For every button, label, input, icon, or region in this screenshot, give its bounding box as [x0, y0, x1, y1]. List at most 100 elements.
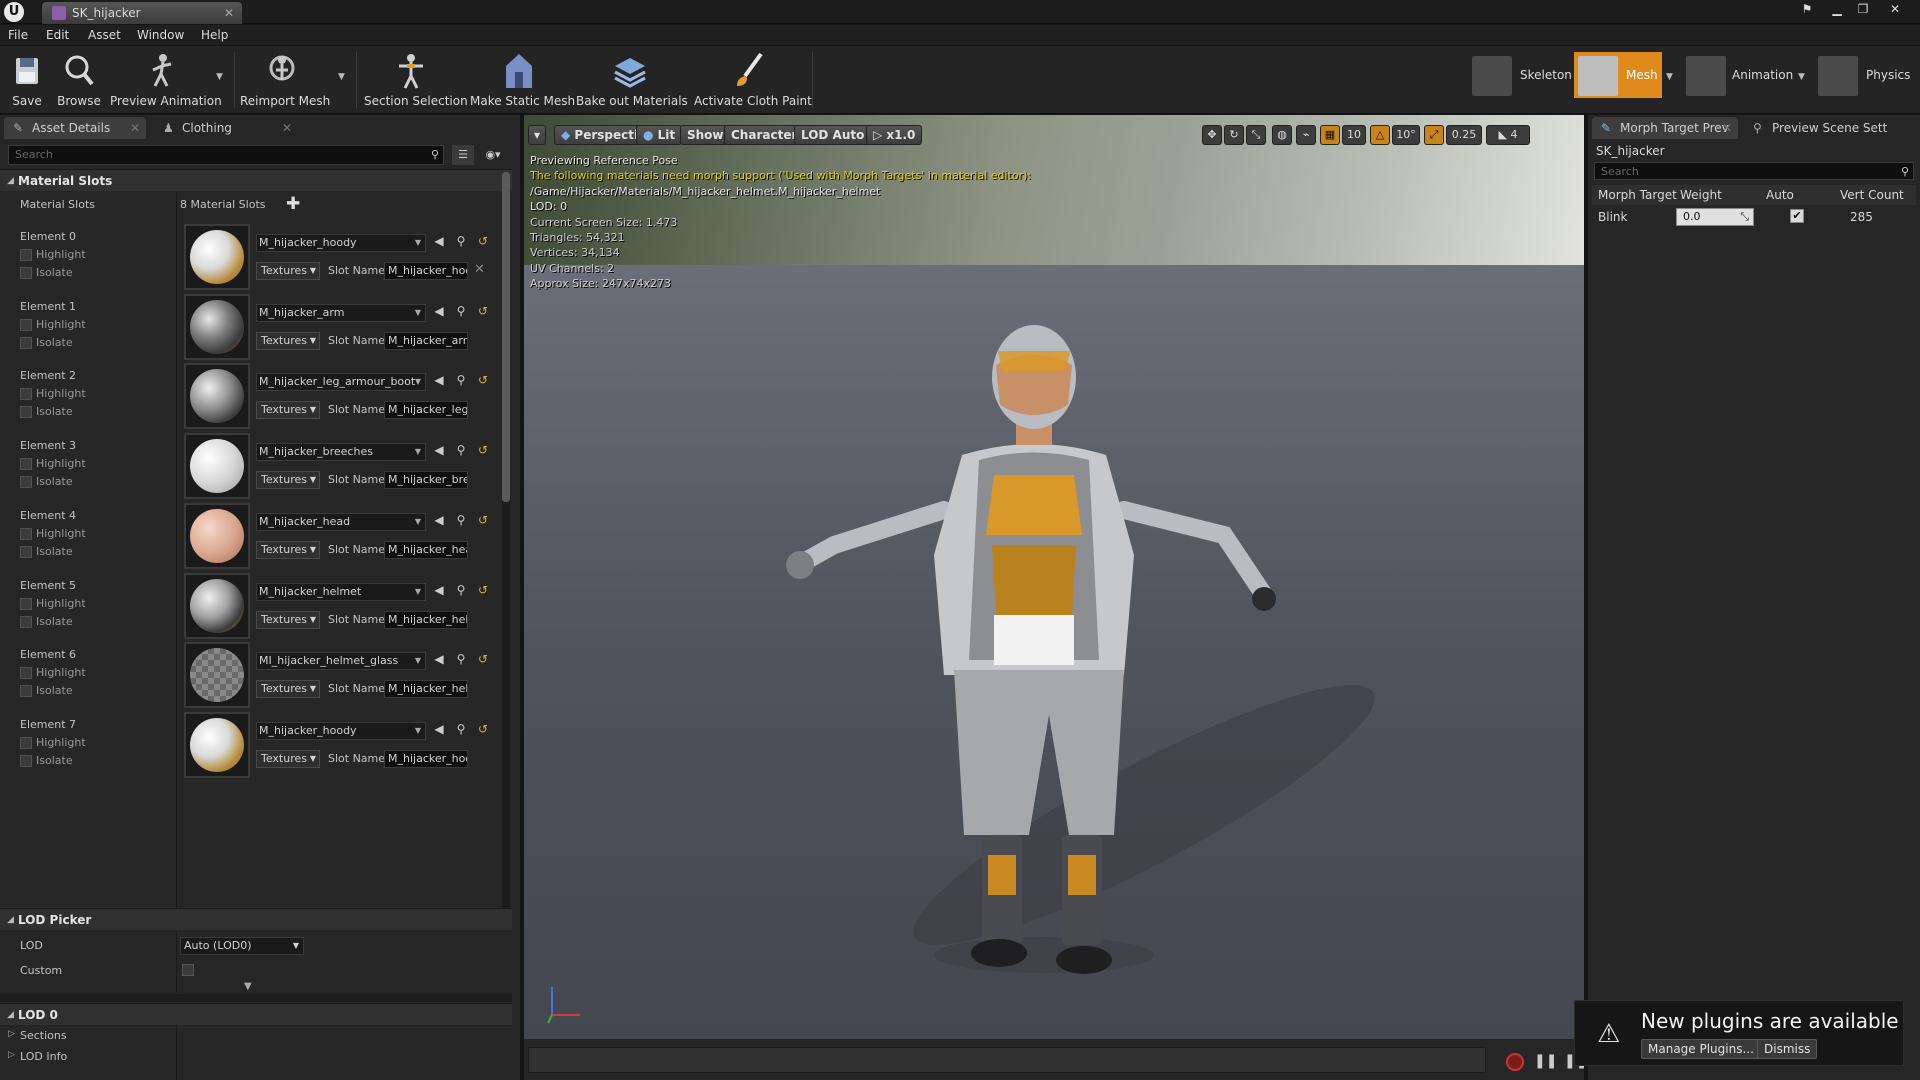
bake-out-materials-button[interactable]: Bake out Materials [576, 50, 688, 112]
viewport-options-dropdown[interactable]: ▾ [528, 125, 546, 145]
material-thumbnail[interactable] [184, 573, 250, 639]
mode-physics-button[interactable]: Physics [1814, 52, 1918, 98]
browse-search-icon[interactable]: ⚲ [454, 513, 468, 529]
lod-auto-button[interactable]: LOD Auto [794, 125, 872, 145]
show-button[interactable]: Show [680, 125, 731, 145]
close-tab-icon[interactable]: ✕ [282, 117, 292, 139]
timeline-scrubber[interactable] [528, 1047, 1486, 1073]
rotation-snap-value[interactable]: 10° [1392, 125, 1420, 145]
material-thumbnail[interactable] [184, 503, 250, 569]
browse-search-icon[interactable]: ⚲ [454, 583, 468, 599]
browse-search-icon[interactable]: ⚲ [454, 304, 468, 320]
reset-to-default-icon[interactable]: ↺ [476, 443, 490, 459]
reset-to-default-icon[interactable]: ↺ [476, 234, 490, 250]
slot-name-input[interactable]: M_hijacker_hoo [384, 750, 468, 768]
highlight-checkbox[interactable] [20, 319, 32, 331]
tab-clothing[interactable]: ♟ Clothing ✕ [154, 117, 298, 139]
morph-auto-checkbox[interactable]: ✔ [1790, 209, 1804, 223]
make-static-mesh-button[interactable]: Make Static Mesh [470, 50, 575, 112]
expand-triangle-icon[interactable]: ▷ [8, 1050, 15, 1060]
highlight-checkbox[interactable] [20, 388, 32, 400]
browse-search-icon[interactable]: ⚲ [454, 652, 468, 668]
textures-dropdown[interactable]: Textures ▼ [256, 611, 320, 629]
material-picker-dropdown[interactable]: M_hijacker_arm ▼ [256, 304, 426, 322]
isolate-checkbox[interactable] [20, 406, 32, 418]
translate-icon[interactable]: ✥ [1202, 125, 1222, 145]
material-picker-dropdown[interactable]: M_hijacker_leg_armour_boot ▼ [256, 373, 426, 391]
highlight-checkbox[interactable] [20, 598, 32, 610]
material-thumbnail[interactable] [184, 224, 250, 290]
animation-mode-dropdown-icon[interactable]: ▼ [1798, 72, 1805, 82]
close-tab-icon[interactable]: ✕ [224, 2, 234, 24]
col-vert-count[interactable]: Vert Count [1840, 188, 1904, 202]
use-selected-arrow-icon[interactable]: ◀ [432, 373, 446, 389]
material-picker-dropdown[interactable]: M_hijacker_hoody ▼ [256, 722, 426, 740]
drag-handle-icon[interactable]: ⤡ [1740, 209, 1749, 225]
scale-snap-value[interactable]: 0.25 [1446, 125, 1482, 145]
slot-name-input[interactable]: M_hijacker_hel [384, 680, 468, 698]
lod0-section-header[interactable]: ◢ LOD 0 [0, 1003, 512, 1025]
lod-info-row[interactable]: ▷ LOD Info [0, 1050, 512, 1070]
material-picker-dropdown[interactable]: MI_hijacker_helmet_glass ▼ [256, 652, 426, 670]
textures-dropdown[interactable]: Textures ▼ [256, 262, 320, 280]
textures-dropdown[interactable]: Textures ▼ [256, 750, 320, 768]
rotate-icon[interactable]: ↻ [1224, 125, 1244, 145]
scale-snap-icon[interactable]: ⤢ [1424, 125, 1444, 145]
grid-snap-value[interactable]: 10 [1342, 125, 1366, 145]
world-local-icon[interactable]: ◍ [1272, 125, 1292, 145]
material-thumbnail[interactable] [184, 712, 250, 778]
textures-dropdown[interactable]: Textures ▼ [256, 401, 320, 419]
slot-name-input[interactable]: M_hijacker_arr [384, 332, 468, 350]
material-slots-section-header[interactable]: ◢ Material Slots [0, 169, 512, 191]
use-selected-arrow-icon[interactable]: ◀ [432, 513, 446, 529]
isolate-checkbox[interactable] [20, 685, 32, 697]
lod-picker-section-header[interactable]: ◢ LOD Picker [0, 908, 512, 930]
material-picker-dropdown[interactable]: M_hijacker_breeches ▼ [256, 443, 426, 461]
textures-dropdown[interactable]: Textures ▼ [256, 541, 320, 559]
close-tab-icon[interactable]: ✕ [1722, 117, 1732, 139]
camera-speed-button[interactable]: ◣ 4 [1486, 125, 1530, 145]
expand-advanced-icon[interactable]: ▼ [244, 981, 252, 992]
morph-target-row[interactable]: Blink 0.0 ⤡ ✔ 285 [1592, 205, 1916, 229]
browse-search-icon[interactable]: ⚲ [454, 722, 468, 738]
pause-icon[interactable]: ❚❚ [1534, 1053, 1557, 1069]
reset-to-default-icon[interactable]: ↺ [476, 583, 490, 599]
visibility-eye-icon[interactable]: ◉▾ [478, 145, 508, 165]
reset-to-default-icon[interactable]: ↺ [476, 652, 490, 668]
maximize-button[interactable]: ❐ [1852, 1, 1874, 17]
use-selected-arrow-icon[interactable]: ◀ [432, 234, 446, 250]
lit-button[interactable]: ● Lit [636, 125, 683, 145]
surface-snap-icon[interactable]: ⌁ [1296, 125, 1316, 145]
character-button[interactable]: Character [724, 125, 805, 145]
mesh-mode-dropdown-icon[interactable]: ▼ [1666, 72, 1673, 82]
menu-edit[interactable]: Edit [46, 28, 69, 42]
details-search-input[interactable]: Search ⚲ [8, 145, 444, 165]
tab-preview-scene-settings[interactable]: ⚲ Preview Scene Sett [1744, 117, 1906, 139]
tab-asset-details[interactable]: ✎ Asset Details ✕ [4, 117, 146, 139]
textures-dropdown[interactable]: Textures ▼ [256, 332, 320, 350]
activate-cloth-paint-button[interactable]: Activate Cloth Paint [694, 50, 812, 112]
morph-search-input[interactable]: Search ⚲ [1594, 162, 1914, 180]
view-options-list-icon[interactable]: ☰ [452, 145, 474, 165]
reset-to-default-icon[interactable]: ↺ [476, 373, 490, 389]
custom-checkbox[interactable] [182, 964, 194, 976]
use-selected-arrow-icon[interactable]: ◀ [432, 583, 446, 599]
slot-name-input[interactable]: M_hijacker_leg [384, 401, 468, 419]
textures-dropdown[interactable]: Textures ▼ [256, 680, 320, 698]
material-picker-dropdown[interactable]: M_hijacker_helmet ▼ [256, 583, 426, 601]
notifications-icon[interactable]: ⚑ [1796, 1, 1818, 17]
highlight-checkbox[interactable] [20, 528, 32, 540]
col-auto[interactable]: Auto [1766, 188, 1794, 202]
preview-animation-button[interactable]: Preview Animation [110, 50, 222, 112]
save-button[interactable]: Save [6, 50, 48, 112]
use-selected-arrow-icon[interactable]: ◀ [432, 652, 446, 668]
reset-to-default-icon[interactable]: ↺ [476, 513, 490, 529]
mode-animation-button[interactable]: Animation [1682, 52, 1794, 98]
material-picker-dropdown[interactable]: M_hijacker_hoody ▼ [256, 234, 426, 252]
highlight-checkbox[interactable] [20, 458, 32, 470]
browse-search-icon[interactable]: ⚲ [454, 443, 468, 459]
highlight-checkbox[interactable] [20, 249, 32, 261]
reimport-dropdown-icon[interactable]: ▼ [338, 72, 345, 82]
menu-asset[interactable]: Asset [88, 28, 121, 42]
slot-name-input[interactable]: M_hijacker_hea [384, 541, 468, 559]
